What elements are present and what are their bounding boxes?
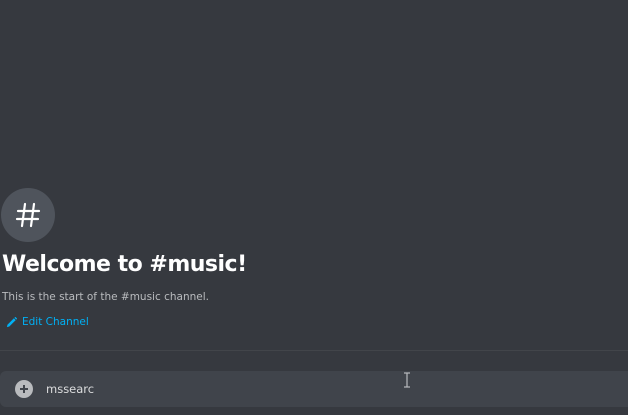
upload-button[interactable] <box>15 380 33 398</box>
welcome-description: This is the start of the #music channel. <box>2 291 209 303</box>
hash-icon <box>15 202 41 228</box>
text-cursor-icon <box>404 372 410 388</box>
message-composer <box>0 371 628 407</box>
message-input[interactable] <box>46 378 606 400</box>
edit-channel-link[interactable]: Edit Channel <box>6 316 89 328</box>
pencil-icon <box>6 316 17 327</box>
chat-view: Welcome to #music! This is the start of … <box>0 0 628 415</box>
plus-circle-icon <box>20 385 28 393</box>
divider <box>0 350 628 351</box>
welcome-title: Welcome to #music! <box>2 252 247 277</box>
edit-channel-label: Edit Channel <box>22 316 89 328</box>
channel-avatar <box>1 188 55 242</box>
